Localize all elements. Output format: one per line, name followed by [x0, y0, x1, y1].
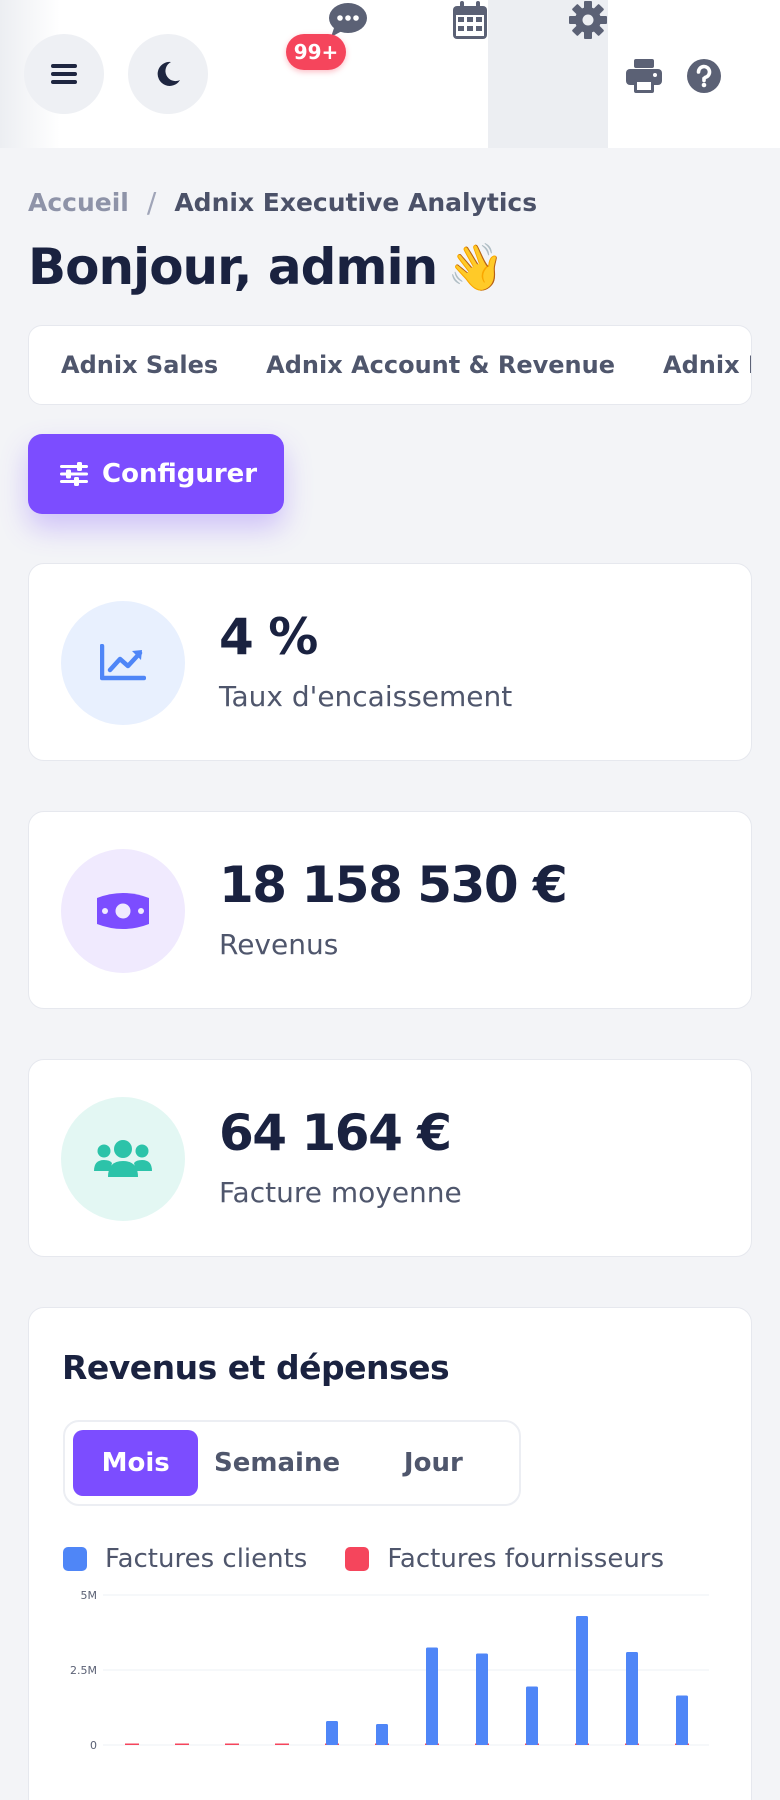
stat-value: 64 164 € [219, 1104, 452, 1162]
tab-adnix-hospitality[interactable]: Adnix Hospitality [663, 351, 751, 379]
page-title: Bonjour, admin 👋 [28, 232, 505, 302]
notification-badge[interactable]: 99+ [286, 34, 346, 70]
chart-title: Revenus et dépenses [62, 1348, 450, 1387]
wave-emoji: 👋 [447, 239, 504, 294]
bar-supplier-invoices[interactable] [175, 1743, 189, 1746]
chart-line-icon [100, 644, 146, 681]
gear-icon [569, 1, 607, 39]
stat-caption: Revenus [219, 928, 339, 961]
stat-icon-circle [61, 849, 185, 973]
stat-value: 4 % [219, 608, 318, 666]
users-icon [94, 1140, 152, 1177]
bar-client-invoices[interactable] [576, 1616, 588, 1745]
y-tick-label: 5M [81, 1589, 98, 1602]
print-button[interactable] [624, 58, 664, 94]
help-button[interactable] [686, 58, 722, 94]
sliders-icon [60, 462, 88, 486]
y-tick-label: 2.5M [70, 1664, 97, 1677]
period-selector: Mois Semaine Jour [63, 1420, 521, 1506]
stat-card-collection-rate: 4 % Taux d'encaissement [28, 563, 752, 761]
theme-toggle-button[interactable] [128, 34, 208, 114]
breadcrumb-current: Adnix Executive Analytics [174, 187, 538, 217]
top-bar: 99+ [0, 0, 780, 148]
bar-client-invoices[interactable] [676, 1695, 688, 1746]
configure-button-label: Configurer [102, 459, 258, 489]
help-icon [687, 59, 721, 93]
stat-icon-circle [61, 1097, 185, 1221]
bar-client-invoices[interactable] [626, 1652, 638, 1745]
breadcrumb: Accueil / Adnix Executive Analytics [28, 184, 537, 220]
print-icon [626, 59, 662, 93]
money-bill-icon [97, 893, 149, 929]
hamburger-icon [51, 64, 77, 84]
calendar-icon [453, 1, 487, 39]
breadcrumb-separator: / [146, 185, 157, 219]
bar-supplier-invoices[interactable] [125, 1743, 139, 1746]
chat-button[interactable] [328, 2, 368, 38]
bar-client-invoices[interactable] [326, 1721, 338, 1745]
tab-adnix-sales[interactable]: Adnix Sales [61, 351, 218, 379]
dashboard-tabs: Adnix Sales Adnix Account & Revenue Adni… [28, 325, 752, 405]
bar-supplier-invoices[interactable] [225, 1743, 239, 1746]
stat-value: 18 158 530 € [219, 856, 568, 914]
legend-swatch [345, 1547, 370, 1571]
stat-card-revenue: 18 158 530 € Revenus [28, 811, 752, 1009]
bar-client-invoices[interactable] [526, 1686, 538, 1746]
period-day-button[interactable]: Jour [356, 1430, 511, 1496]
greeting-text: Bonjour, admin [28, 238, 438, 296]
period-week-button[interactable]: Semaine [198, 1430, 355, 1496]
calendar-button[interactable] [452, 0, 488, 40]
menu-button[interactable] [24, 34, 104, 114]
bar-client-invoices[interactable] [426, 1647, 438, 1746]
stat-caption: Taux d'encaissement [219, 680, 513, 713]
chat-icon [329, 3, 367, 37]
stat-icon-circle [61, 601, 185, 725]
revenue-expenses-chart: 5M2.5M0-2.5M [70, 1589, 709, 1752]
bar-supplier-invoices[interactable] [275, 1743, 289, 1746]
breadcrumb-home-link[interactable]: Accueil [28, 188, 129, 217]
stat-caption: Facture moyenne [219, 1176, 462, 1209]
bar-client-invoices[interactable] [476, 1653, 488, 1746]
settings-button[interactable] [568, 0, 608, 40]
period-month-button[interactable]: Mois [73, 1430, 199, 1496]
tab-adnix-account-revenue[interactable]: Adnix Account & Revenue [266, 351, 615, 379]
bar-client-invoices[interactable] [376, 1724, 388, 1745]
revenue-expenses-card: Revenus et dépenses Mois Semaine Jour Fa… [28, 1307, 752, 1800]
moon-icon [157, 61, 180, 86]
stat-card-average-invoice: 64 164 € Facture moyenne [28, 1059, 752, 1257]
legend-swatch [63, 1547, 87, 1571]
configure-button[interactable]: Configurer [28, 434, 284, 514]
y-tick-label: 0 [90, 1739, 97, 1752]
